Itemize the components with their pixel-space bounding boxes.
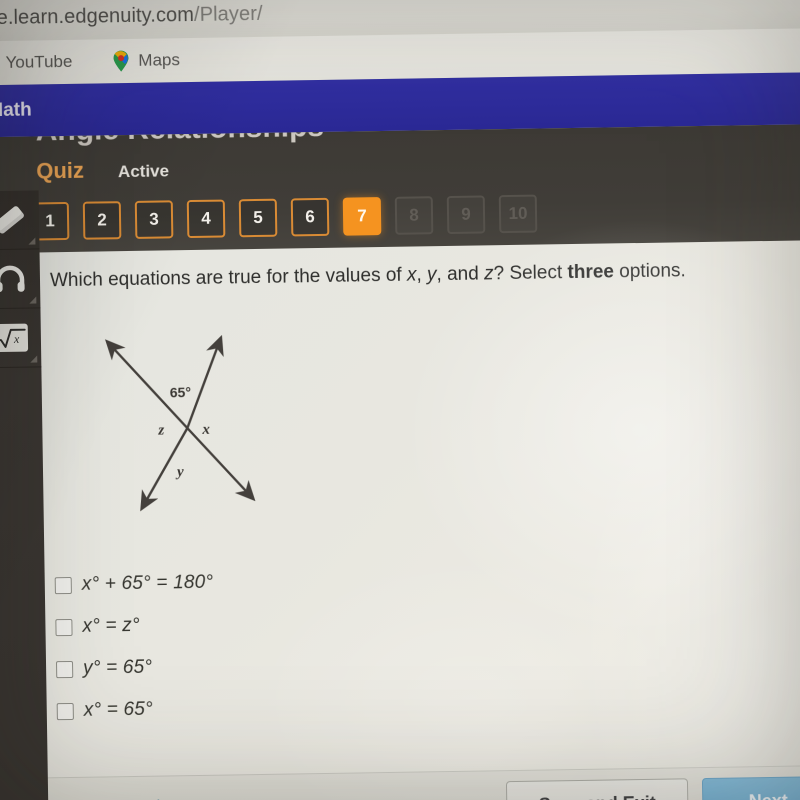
question-number-9: 9 — [446, 195, 486, 235]
question-var-z: z — [483, 263, 494, 285]
answer-checkbox[interactable] — [55, 660, 74, 678]
photo-of-screen: re.learn.edgenuity.com/Player/ YouTube M… — [0, 0, 800, 800]
answer-option[interactable]: x° = 65° — [56, 698, 216, 722]
question-number-2[interactable]: 2 — [82, 201, 122, 240]
question-number-3[interactable]: 3 — [134, 200, 174, 239]
headphones-icon — [0, 265, 26, 293]
angle-label-left: z — [157, 422, 164, 438]
answer-option-label: y° = 65° — [82, 656, 153, 679]
angle-label-top: 65° — [170, 384, 191, 400]
question-number-6[interactable]: 6 — [290, 197, 330, 237]
save-and-exit-button[interactable]: Save and Exit — [505, 778, 689, 800]
question-text-1: Which equations are true for the values … — [49, 264, 408, 292]
next-button[interactable]: Next — [701, 776, 800, 800]
answer-option[interactable]: y° = 65° — [55, 656, 215, 680]
answer-option[interactable]: x° = z° — [55, 614, 214, 638]
question-sep-2: , and — [436, 263, 485, 286]
eraser-tool-button[interactable] — [0, 190, 40, 251]
answer-option[interactable]: x° + 65° = 180° — [54, 571, 214, 596]
answer-option-label: x° = z° — [82, 614, 140, 637]
bookmark-label: Maps — [138, 50, 181, 70]
google-maps-pin-icon — [112, 50, 129, 72]
url-text[interactable]: re.learn.edgenuity.com/Player/ — [0, 2, 263, 29]
browser-screen: re.learn.edgenuity.com/Player/ YouTube M… — [0, 0, 800, 800]
question-prompt: Which equations are true for the values … — [50, 257, 750, 294]
bookmark-label: YouTube — [5, 51, 73, 72]
svg-text:x: x — [13, 332, 20, 346]
question-text-2: ? Select — [493, 262, 568, 285]
answer-checkbox[interactable] — [56, 702, 74, 720]
math-tool-button[interactable]: x — [0, 308, 42, 369]
bookmark-youtube[interactable]: YouTube — [0, 52, 73, 73]
answer-options-list: x° + 65° = 180° x° = z° y° = 65° x° = 65° — [54, 571, 216, 722]
audio-tool-button[interactable] — [0, 249, 41, 310]
square-root-icon: x — [0, 323, 29, 353]
question-number-10: 10 — [498, 194, 538, 234]
quiz-type-label: Quiz — [36, 157, 85, 184]
question-number-nav: 1 2 3 4 5 6 7 8 9 10 — [30, 194, 538, 241]
question-content-area: Which equations are true for the values … — [21, 240, 800, 800]
question-number-5[interactable]: 5 — [238, 198, 278, 238]
answer-checkbox[interactable] — [55, 618, 73, 636]
url-path: /Player/ — [193, 2, 263, 26]
angle-label-right: x — [201, 422, 210, 438]
answer-option-label: x° + 65° = 180° — [81, 571, 214, 595]
answer-checkbox[interactable] — [54, 576, 72, 594]
eraser-icon — [0, 205, 26, 235]
subject-title: Math — [0, 99, 32, 122]
angle-diagram: 65° z x y — [91, 317, 284, 540]
quiz-status-label: Active — [117, 161, 170, 182]
url-host: re.learn.edgenuity.com — [0, 3, 195, 29]
question-number-8: 8 — [394, 196, 434, 235]
question-footer: Mark this and return Save and Exit Next — [29, 764, 800, 800]
question-text-3: options. — [613, 260, 686, 283]
question-number-4[interactable]: 4 — [186, 199, 226, 239]
quiz-meta: Quiz Active — [36, 156, 169, 184]
answer-option-label: x° = 65° — [83, 698, 154, 721]
question-emphasis: three — [567, 261, 615, 284]
bookmark-maps[interactable]: Maps — [112, 49, 180, 72]
angle-label-bottom: y — [175, 464, 184, 480]
mark-this-and-return-link[interactable]: Mark this and return — [58, 796, 209, 800]
question-var-y: y — [426, 264, 437, 286]
question-number-7[interactable]: 7 — [342, 197, 382, 236]
question-sep-1: , — [416, 264, 428, 286]
